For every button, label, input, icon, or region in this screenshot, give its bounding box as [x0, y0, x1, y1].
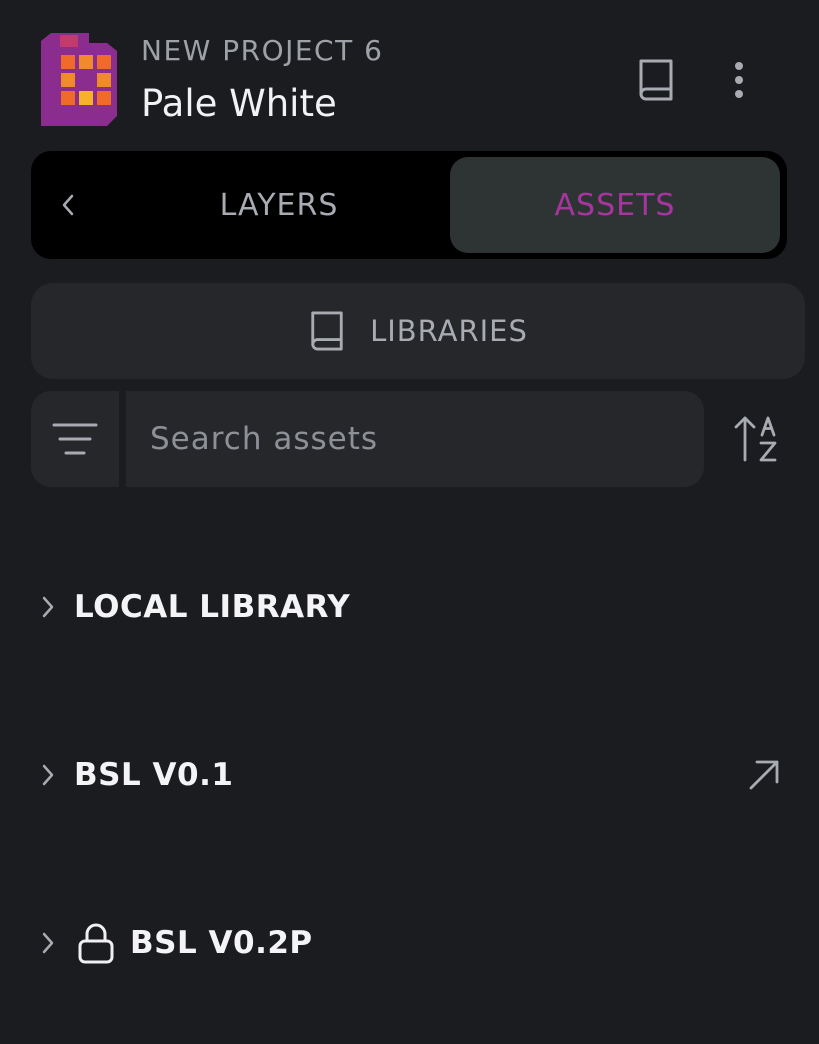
- library-label: LOCAL LIBRARY: [74, 589, 351, 625]
- library-section-bsl-v01[interactable]: BSL V0.1: [36, 745, 796, 805]
- libraries-button[interactable]: LIBRARIES: [31, 283, 805, 379]
- lock-icon: [76, 920, 116, 966]
- filter-button[interactable]: [31, 391, 119, 487]
- project-name: NEW PROJECT 6: [141, 34, 384, 67]
- filter-icon: [52, 421, 98, 457]
- app-logo: [41, 33, 117, 126]
- search-box: [126, 391, 704, 487]
- file-name[interactable]: Pale White: [141, 82, 337, 125]
- library-label: BSL V0.1: [74, 757, 234, 793]
- tab-layers[interactable]: LAYERS: [101, 157, 457, 253]
- chevron-right-icon: [36, 595, 60, 619]
- library-section-bsl-v02p[interactable]: BSL V0.2P: [36, 913, 796, 973]
- book-icon[interactable]: [632, 54, 680, 106]
- sort-a-z-icon[interactable]: [730, 406, 786, 472]
- library-label: BSL V0.2P: [130, 925, 313, 961]
- chevron-right-icon: [36, 763, 60, 787]
- libraries-label: LIBRARIES: [370, 314, 528, 348]
- library-section-local[interactable]: LOCAL LIBRARY: [36, 577, 796, 637]
- assets-panel: NEW PROJECT 6 Pale White LAYERS ASSETS L…: [0, 0, 819, 1044]
- book-icon: [308, 309, 346, 353]
- more-vertical-icon[interactable]: [718, 54, 760, 106]
- chevron-right-icon: [36, 931, 60, 955]
- external-link-icon[interactable]: [742, 753, 786, 797]
- panel-tabs: LAYERS ASSETS: [31, 151, 787, 259]
- tab-assets[interactable]: ASSETS: [450, 157, 780, 253]
- chevron-left-icon[interactable]: [53, 181, 83, 229]
- search-input[interactable]: [148, 408, 682, 470]
